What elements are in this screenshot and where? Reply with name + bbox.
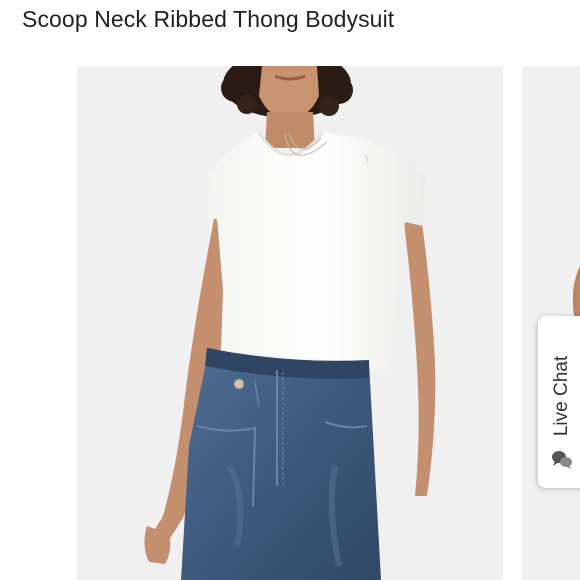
live-chat-button[interactable]: Live Chat xyxy=(538,316,580,488)
denim-jeans xyxy=(181,348,381,580)
product-page: Scoop Neck Ribbed Thong Bodysuit Live Ch… xyxy=(0,0,580,580)
product-image-main[interactable] xyxy=(77,66,503,580)
product-title: Scoop Neck Ribbed Thong Bodysuit xyxy=(22,6,395,32)
live-chat-label: Live Chat xyxy=(551,355,572,437)
model-face xyxy=(259,66,319,148)
chat-bubbles-icon xyxy=(552,451,572,469)
model-photo xyxy=(144,66,436,580)
white-bodysuit xyxy=(207,131,425,372)
